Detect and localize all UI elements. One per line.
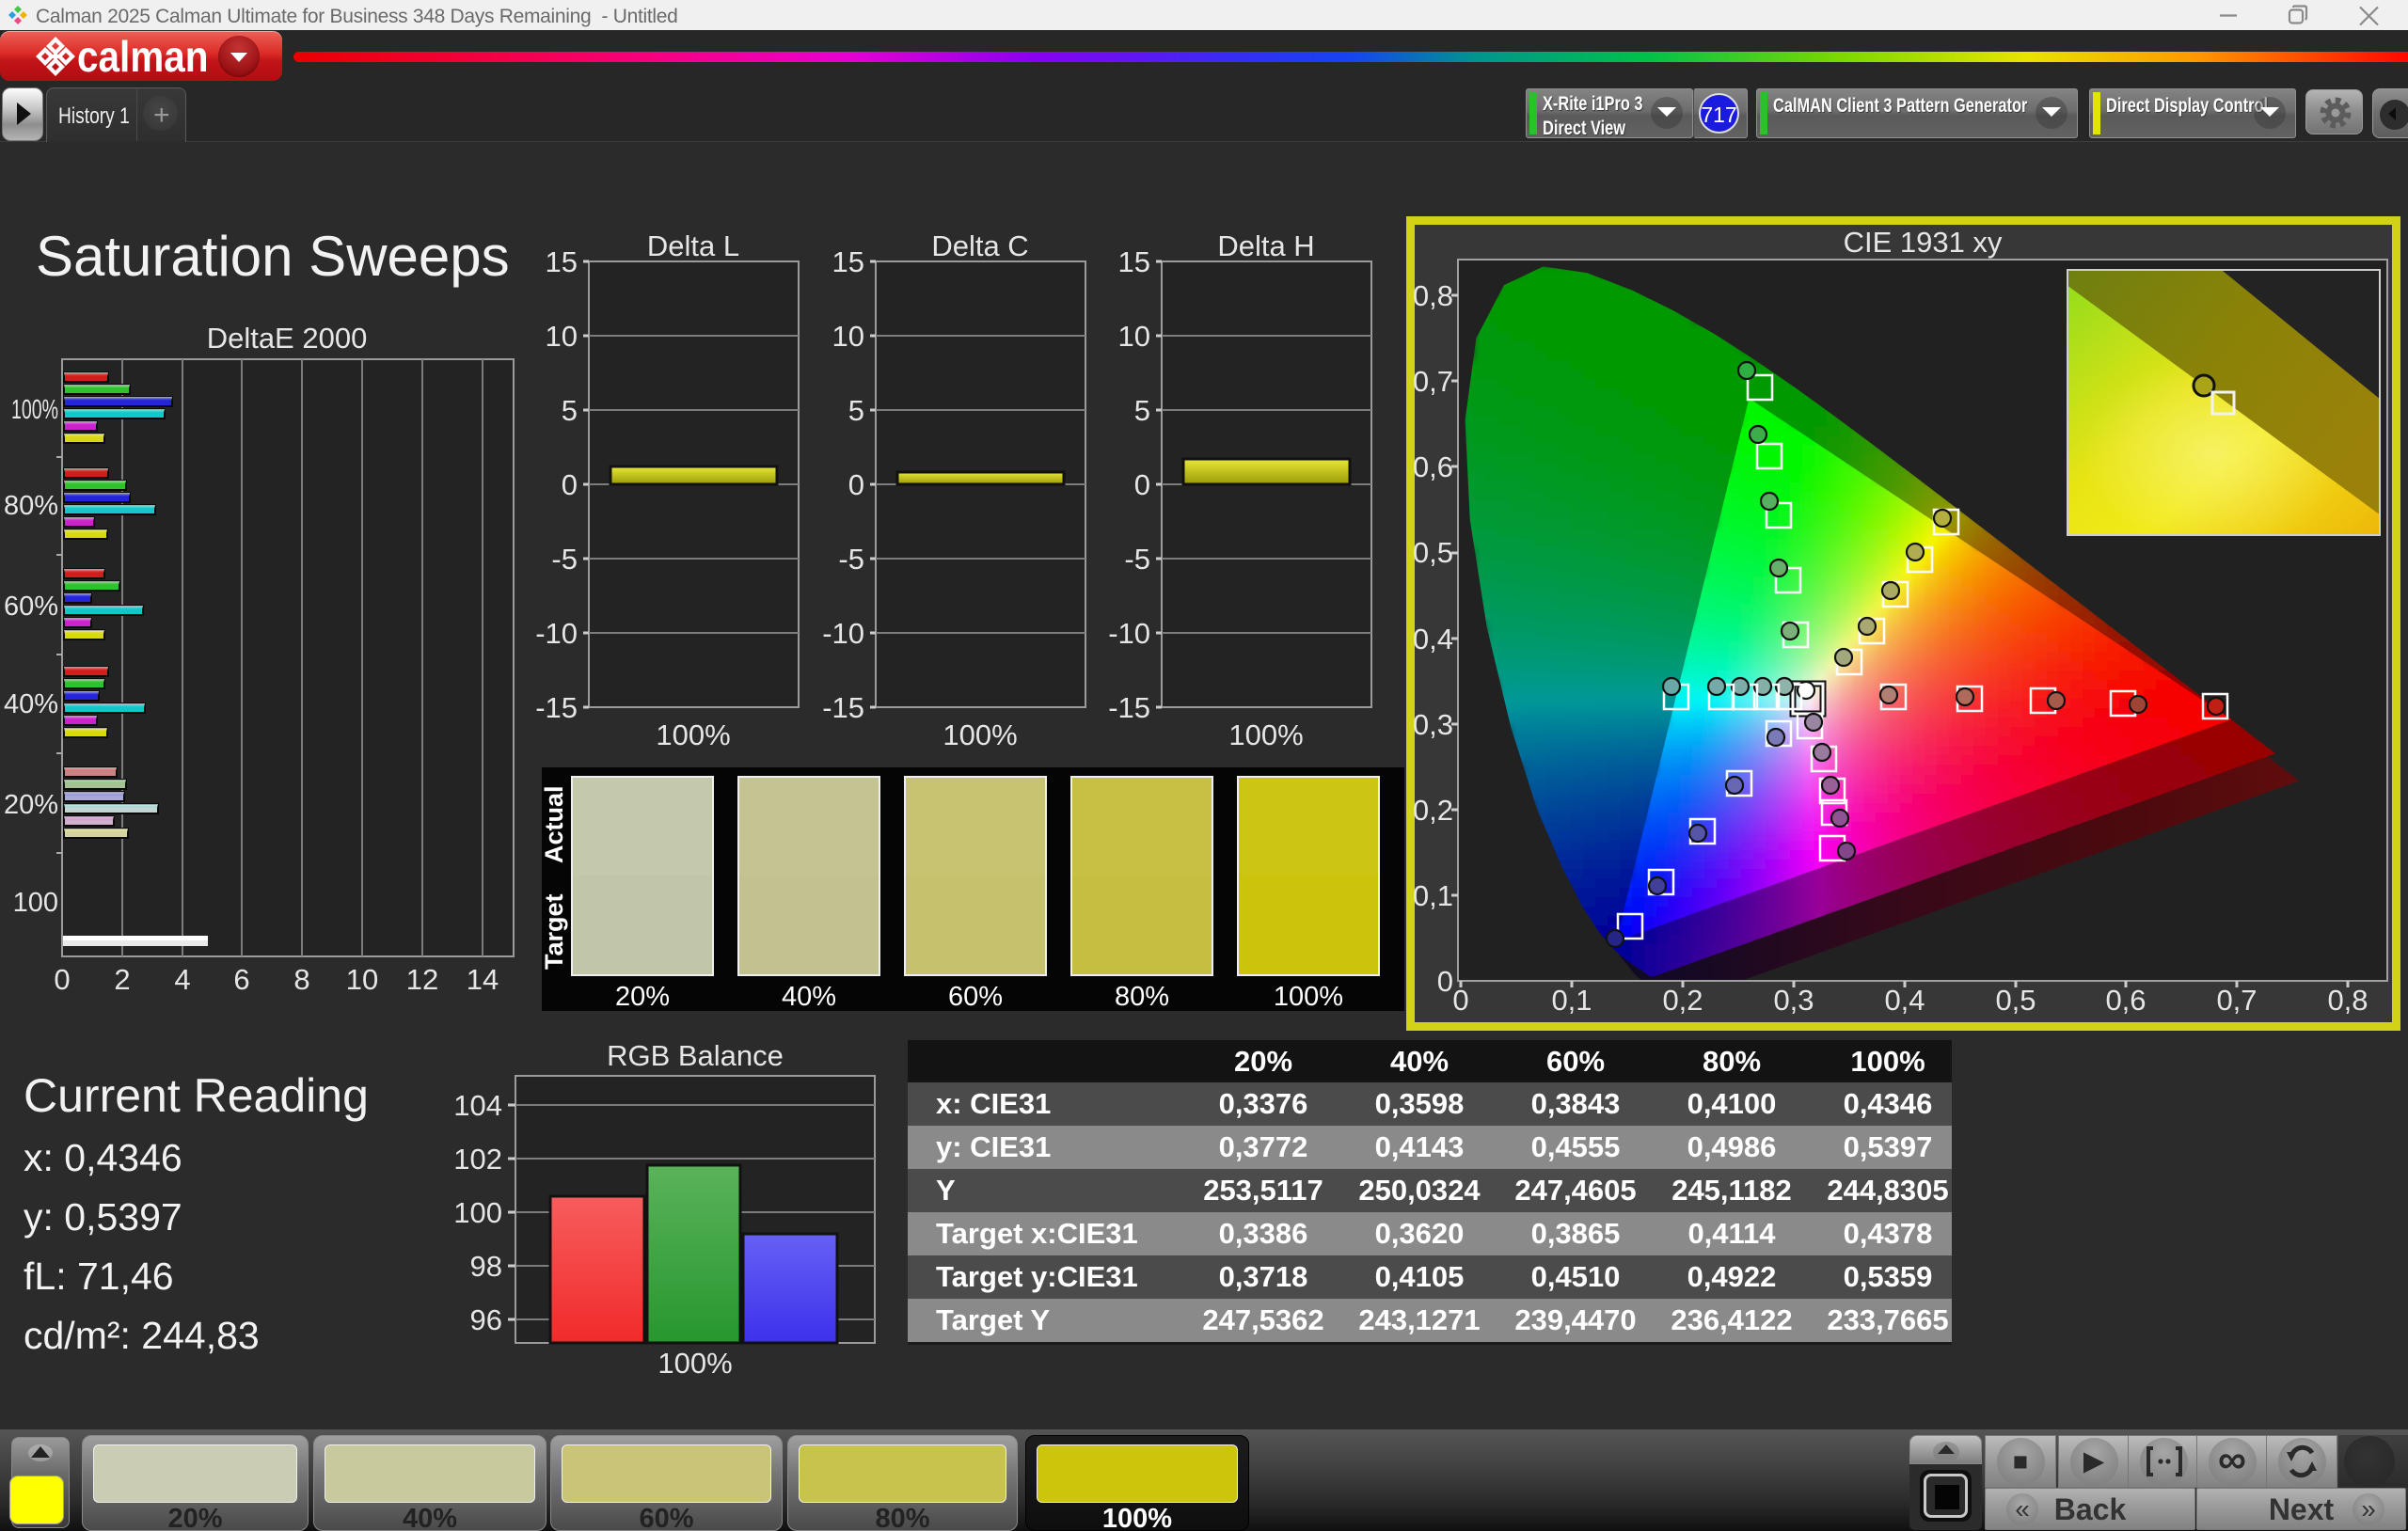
svg-text:15: 15 bbox=[546, 245, 578, 278]
svg-text:0,5: 0,5 bbox=[1413, 536, 1453, 569]
svg-text:98: 98 bbox=[470, 1250, 502, 1283]
svg-text:15: 15 bbox=[832, 245, 864, 278]
svg-text:0,4: 0,4 bbox=[1413, 623, 1453, 655]
svg-text:5: 5 bbox=[848, 394, 864, 427]
svg-text:5: 5 bbox=[1134, 394, 1150, 427]
svg-text:0,1: 0,1 bbox=[1413, 879, 1453, 912]
svg-text:10: 10 bbox=[546, 320, 578, 353]
svg-text:6: 6 bbox=[233, 963, 249, 996]
svg-text:0,1: 0,1 bbox=[1551, 984, 1592, 1017]
svg-text:8: 8 bbox=[293, 963, 309, 996]
svg-text:0,5: 0,5 bbox=[1995, 984, 2036, 1017]
svg-text:-15: -15 bbox=[822, 691, 864, 724]
svg-text:0,2: 0,2 bbox=[1413, 794, 1453, 827]
svg-text:15: 15 bbox=[1118, 245, 1150, 278]
svg-text:20%: 20% bbox=[4, 790, 58, 820]
svg-text:0,6: 0,6 bbox=[1413, 450, 1453, 483]
svg-text:0,8: 0,8 bbox=[2327, 984, 2368, 1017]
svg-text:10: 10 bbox=[1118, 320, 1150, 353]
svg-text:0: 0 bbox=[1134, 468, 1150, 501]
svg-text:0,4: 0,4 bbox=[1884, 984, 1925, 1017]
svg-text:0,7: 0,7 bbox=[1413, 365, 1453, 398]
svg-text:Delta H: Delta H bbox=[1217, 229, 1314, 262]
svg-text:104: 104 bbox=[453, 1089, 502, 1122]
svg-text:0,2: 0,2 bbox=[1662, 984, 1703, 1017]
svg-text:-5: -5 bbox=[1124, 543, 1150, 576]
svg-text:2: 2 bbox=[114, 963, 130, 996]
svg-text:14: 14 bbox=[467, 963, 499, 996]
svg-text:100%: 100% bbox=[943, 718, 1017, 751]
svg-text:100: 100 bbox=[453, 1196, 502, 1229]
svg-text:60%: 60% bbox=[4, 592, 58, 622]
svg-text:0,6: 0,6 bbox=[2105, 984, 2146, 1017]
svg-text:CIE 1931 xy: CIE 1931 xy bbox=[1844, 226, 2003, 259]
svg-text:-5: -5 bbox=[551, 543, 578, 576]
svg-text:0,3: 0,3 bbox=[1413, 708, 1453, 741]
svg-text:0: 0 bbox=[1452, 984, 1468, 1017]
svg-text:-15: -15 bbox=[535, 691, 578, 724]
svg-text:0: 0 bbox=[562, 468, 578, 501]
svg-text:DeltaE 2000: DeltaE 2000 bbox=[207, 322, 368, 355]
svg-text:-5: -5 bbox=[838, 543, 864, 576]
svg-text:-10: -10 bbox=[1108, 617, 1150, 650]
svg-text:0,8: 0,8 bbox=[1413, 279, 1453, 312]
svg-text:10: 10 bbox=[346, 963, 378, 996]
svg-text:40%: 40% bbox=[4, 689, 58, 719]
svg-text:-10: -10 bbox=[822, 617, 864, 650]
svg-text:0: 0 bbox=[1437, 965, 1453, 998]
svg-text:Delta C: Delta C bbox=[931, 229, 1028, 262]
svg-text:RGB Balance: RGB Balance bbox=[607, 1039, 784, 1072]
svg-text:102: 102 bbox=[453, 1143, 502, 1176]
svg-text:100%: 100% bbox=[657, 1347, 732, 1380]
svg-text:0: 0 bbox=[848, 468, 864, 501]
svg-text:100%: 100% bbox=[656, 718, 730, 751]
svg-text:100%: 100% bbox=[11, 395, 58, 425]
svg-text:5: 5 bbox=[562, 394, 578, 427]
svg-text:100: 100 bbox=[13, 888, 58, 918]
svg-text:96: 96 bbox=[470, 1303, 502, 1336]
svg-text:0,7: 0,7 bbox=[2216, 984, 2257, 1017]
svg-text:0: 0 bbox=[54, 963, 70, 996]
svg-text:4: 4 bbox=[174, 963, 190, 996]
svg-text:12: 12 bbox=[406, 963, 438, 996]
svg-text:80%: 80% bbox=[4, 491, 58, 521]
svg-text:-15: -15 bbox=[1108, 691, 1150, 724]
svg-text:100%: 100% bbox=[1228, 718, 1303, 751]
svg-text:Delta L: Delta L bbox=[647, 229, 739, 262]
svg-text:0,3: 0,3 bbox=[1773, 984, 1814, 1017]
svg-text:-10: -10 bbox=[535, 617, 578, 650]
svg-text:10: 10 bbox=[832, 320, 864, 353]
